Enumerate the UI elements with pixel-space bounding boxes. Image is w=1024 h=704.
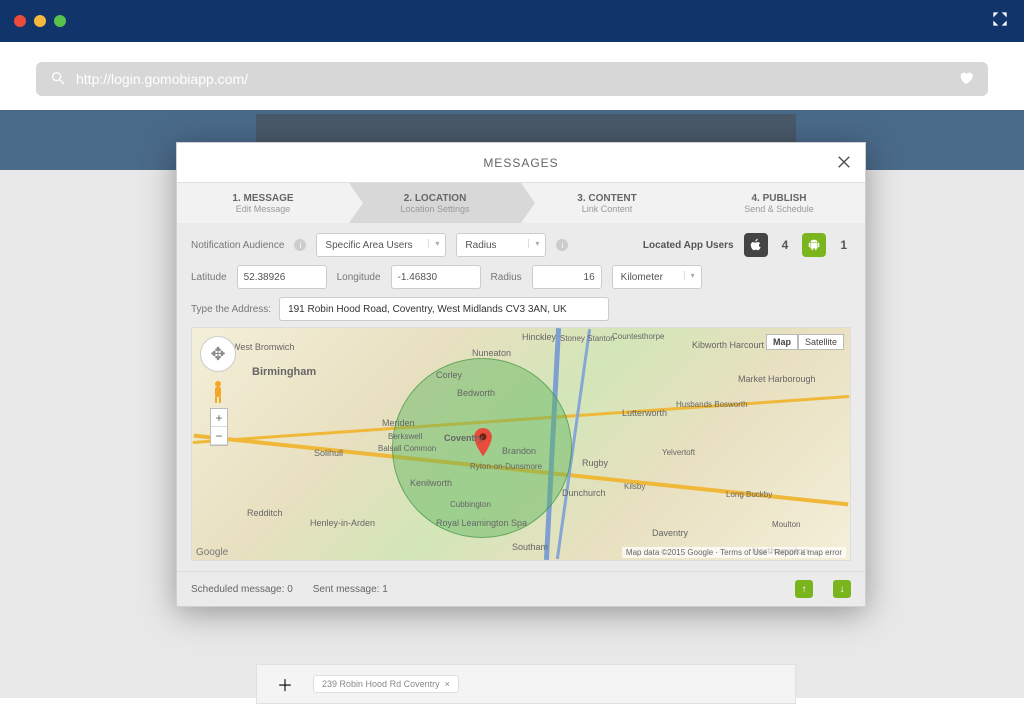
- place-label: Royal Leamington Spa: [436, 518, 527, 528]
- background-panel: ＋ 239 Robin Hood Rd Coventry ×: [256, 664, 796, 704]
- zoom-in-button[interactable]: +: [211, 409, 227, 427]
- step-content[interactable]: 3. CONTENT Link Content: [521, 183, 693, 223]
- unit-select[interactable]: Kilometer▾: [612, 265, 702, 289]
- map-type-toggle[interactable]: Map Satellite: [766, 334, 844, 350]
- place-label: Solihull: [314, 448, 343, 458]
- located-users-label: Located App Users: [643, 240, 734, 251]
- map-canvas[interactable]: Birmingham West Bromwich Coventry Nuneat…: [191, 327, 851, 561]
- place-label: Yelvertoft: [662, 448, 695, 457]
- traffic-lights: [14, 15, 66, 27]
- info-icon[interactable]: i: [556, 239, 568, 251]
- window-minimize-dot[interactable]: [34, 15, 46, 27]
- place-label: Berkswell: [388, 432, 422, 441]
- audience-select[interactable]: Specific Area Users▾: [316, 233, 446, 257]
- place-label: Coventry: [444, 433, 483, 443]
- window-maximize-dot[interactable]: [54, 15, 66, 27]
- address-label: Type the Address:: [191, 304, 271, 315]
- place-label: Daventry: [652, 528, 688, 538]
- expand-icon[interactable]: [990, 9, 1010, 34]
- place-label: Countesthorpe: [612, 332, 664, 341]
- longitude-input[interactable]: [391, 265, 481, 289]
- pegman-icon[interactable]: [210, 380, 226, 404]
- longitude-label: Longitude: [337, 272, 381, 283]
- place-label: Moulton: [772, 520, 800, 529]
- place-label: Husbands Bosworth: [676, 400, 748, 409]
- messages-modal: MESSAGES 1. MESSAGE Edit Message 2. LOCA…: [176, 142, 866, 607]
- place-label: Balsall Common: [378, 444, 436, 453]
- place-label: Meriden: [382, 418, 415, 428]
- url-bar[interactable]: http://login.gomobiapp.com/: [36, 62, 988, 96]
- bg-plus-icon: ＋: [277, 672, 293, 696]
- heart-icon[interactable]: [958, 70, 974, 89]
- place-label: Southam: [512, 542, 548, 552]
- search-icon: [50, 70, 66, 89]
- place-label: Cubbington: [450, 500, 491, 509]
- radius-mode-select[interactable]: Radius▾: [456, 233, 546, 257]
- scheduled-label: Scheduled message: 0: [191, 584, 293, 595]
- wizard-steps: 1. MESSAGE Edit Message 2. LOCATION Loca…: [177, 183, 865, 223]
- step-location[interactable]: 2. LOCATION Location Settings: [349, 183, 521, 223]
- google-logo: Google: [196, 547, 228, 558]
- place-label: Stoney Stanton: [560, 334, 615, 343]
- place-label: Kilsby: [624, 482, 645, 491]
- chevron-down-icon: ▾: [428, 239, 439, 248]
- place-label: Ryton-on-Dunsmore: [470, 462, 542, 471]
- chevron-down-icon: ▾: [684, 271, 695, 280]
- close-icon[interactable]: [835, 153, 853, 174]
- place-label: Kibworth Harcourt: [692, 340, 764, 350]
- place-label: Henley-in-Arden: [310, 518, 375, 528]
- download-button[interactable]: ↓: [833, 580, 851, 598]
- place-label: Birmingham: [252, 366, 316, 378]
- url-bar-wrap: http://login.gomobiapp.com/: [0, 42, 1024, 110]
- map-type-map[interactable]: Map: [766, 334, 798, 350]
- address-input[interactable]: [279, 297, 609, 321]
- place-label: Redditch: [247, 508, 283, 518]
- latitude-label: Latitude: [191, 272, 227, 283]
- upload-button[interactable]: ↑: [795, 580, 813, 598]
- location-panel: Notification Audience i Specific Area Us…: [177, 223, 865, 571]
- audience-label: Notification Audience: [191, 240, 284, 251]
- map-pan-control[interactable]: [200, 336, 236, 372]
- window-close-dot[interactable]: [14, 15, 26, 27]
- latitude-input[interactable]: [237, 265, 327, 289]
- place-label: Rugby: [582, 458, 608, 468]
- modal-title: MESSAGES: [483, 156, 558, 170]
- browser-titlebar: [0, 0, 1024, 42]
- url-text: http://login.gomobiapp.com/: [76, 71, 248, 87]
- place-label: Long Buckby: [726, 490, 772, 499]
- place-label: Hinckley: [522, 332, 556, 342]
- radius-label: Radius: [491, 272, 522, 283]
- info-icon[interactable]: i: [294, 239, 306, 251]
- modal-header: MESSAGES: [177, 143, 865, 183]
- step-publish[interactable]: 4. PUBLISH Send & Schedule: [693, 183, 865, 223]
- sent-label: Sent message: 1: [313, 584, 388, 595]
- map-attribution: Map data ©2015 Google · Terms of Use · R…: [622, 547, 846, 558]
- map-zoom-control[interactable]: + −: [210, 408, 228, 446]
- place-label: Dunchurch: [562, 488, 606, 498]
- zoom-out-button[interactable]: −: [211, 427, 227, 445]
- ios-count: 4: [778, 238, 793, 252]
- place-label: Lutterworth: [622, 408, 667, 418]
- place-label: West Bromwich: [232, 342, 294, 352]
- place-label: Corley: [436, 370, 462, 380]
- map-type-satellite[interactable]: Satellite: [798, 334, 844, 350]
- step-message[interactable]: 1. MESSAGE Edit Message: [177, 183, 349, 223]
- chevron-down-icon: ▾: [528, 239, 539, 248]
- bg-address-chip: 239 Robin Hood Rd Coventry ×: [313, 675, 459, 693]
- android-icon: [802, 233, 826, 257]
- place-label: Bedworth: [457, 388, 495, 398]
- apple-icon: [744, 233, 768, 257]
- place-label: Kenilworth: [410, 478, 452, 488]
- background-toolbar: [256, 114, 796, 144]
- place-label: Brandon: [502, 446, 536, 456]
- android-count: 1: [836, 238, 851, 252]
- modal-footer: Scheduled message: 0 Sent message: 1 ↑ ↓: [177, 571, 865, 606]
- place-label: Market Harborough: [738, 374, 816, 384]
- place-label: Nuneaton: [472, 348, 511, 358]
- radius-input[interactable]: [532, 265, 602, 289]
